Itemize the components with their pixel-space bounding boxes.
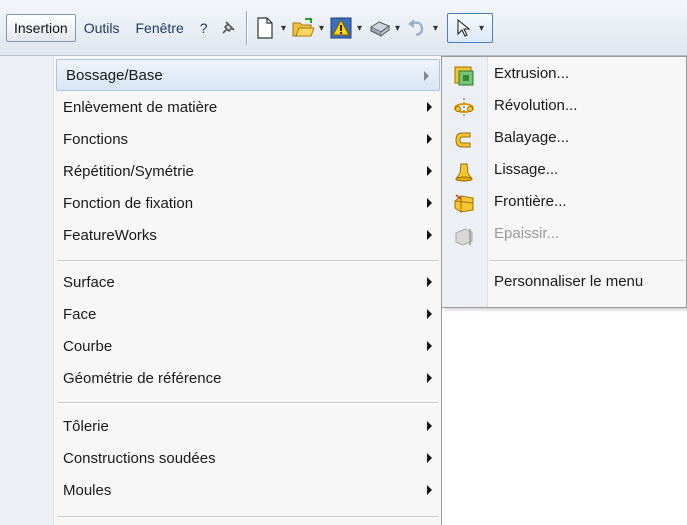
menu-outils[interactable]: Outils — [76, 14, 128, 42]
submenu-arrow-icon — [427, 309, 432, 319]
menu-item-label: FeatureWorks — [63, 226, 157, 244]
submenu-arrow-icon — [427, 134, 432, 144]
menu-item-label: Moules — [63, 481, 112, 499]
menu-fenetre[interactable]: Fenêtre — [128, 14, 192, 42]
submenu-arrow-icon — [427, 373, 432, 383]
pin-icon[interactable] — [216, 15, 240, 41]
menu-separator — [58, 260, 438, 261]
submenu-item-label: Personnaliser le menu — [494, 273, 644, 290]
menu-item-label: Face — [63, 305, 97, 323]
submenu-item-label: Lissage... — [494, 161, 559, 178]
menu-item-geometrie-de-reference[interactable]: Géométrie de référence — [54, 362, 442, 394]
extrude-icon — [453, 65, 475, 87]
chevron-down-icon[interactable]: ▾ — [353, 23, 367, 34]
submenu-arrow-icon — [427, 341, 432, 351]
submenu-item-balayage[interactable]: Balayage... — [442, 123, 687, 155]
menu-insertion[interactable]: Insertion — [6, 14, 76, 42]
menu-item-fonctions[interactable]: Fonctions — [54, 123, 442, 155]
chevron-down-icon[interactable]: ▾ — [429, 23, 443, 34]
submenu-arrow-icon — [427, 277, 432, 287]
menu-item-label: Fonction de fixation — [63, 194, 194, 212]
menu-separator — [58, 516, 438, 517]
menu-item-label: Géométrie de référence — [63, 369, 222, 387]
submenu-item-label: Balayage... — [494, 129, 570, 146]
submenu-item-extrusion[interactable]: Extrusion... — [442, 59, 687, 91]
rebuild-warning-icon[interactable] — [329, 15, 353, 41]
menu-item-label: Constructions soudées — [63, 449, 216, 467]
submenu-arrow-icon — [427, 421, 432, 431]
menu-icon-gutter — [0, 56, 54, 525]
chevron-down-icon[interactable]: ▾ — [277, 23, 291, 34]
submenu-item-frontiere[interactable]: Frontière... — [442, 187, 687, 219]
submenu-item-lissage[interactable]: Lissage... — [442, 155, 687, 187]
submenu-separator — [490, 260, 685, 261]
revolve-icon — [453, 97, 475, 119]
menu-item-moules[interactable]: Moules — [54, 474, 442, 506]
select-cursor-icon — [451, 15, 475, 41]
submenu-item-revolution[interactable]: Révolution... — [442, 91, 687, 123]
menu-item-label: Enlèvement de matière — [63, 98, 218, 116]
select-button[interactable]: ▾ — [446, 13, 493, 43]
sweep-icon — [453, 129, 475, 151]
bossage-base-submenu: Extrusion... Révolution... Balayage... L… — [442, 56, 687, 308]
submenu-arrow-icon — [427, 485, 432, 495]
submenu-item-label: Extrusion... — [494, 65, 570, 82]
boundary-icon — [453, 193, 475, 215]
menu-item-repetition-symetrie[interactable]: Répétition/Symétrie — [54, 155, 442, 187]
menu-item-label: Tôlerie — [63, 417, 109, 435]
menu-item-featureworks[interactable]: FeatureWorks — [54, 219, 442, 251]
print-icon[interactable] — [367, 15, 391, 41]
submenu-arrow-icon — [427, 453, 432, 463]
chevron-down-icon[interactable]: ▾ — [315, 23, 329, 34]
submenu-item-epaissir[interactable]: Epaissir... — [442, 219, 687, 251]
loft-icon — [453, 161, 475, 183]
menu-bar-items: Insertion Outils Fenêtre ? ▾ ▾ ▾ ▾ ▾ ▾ — [6, 11, 493, 45]
menu-help[interactable]: ? — [192, 14, 216, 42]
thicken-icon — [453, 225, 475, 247]
submenu-arrow-icon — [427, 166, 432, 176]
menu-item-constructions-soudees[interactable]: Constructions soudées — [54, 442, 442, 474]
menu-item-surface[interactable]: Surface — [54, 266, 442, 298]
menu-item-bossage-base[interactable]: Bossage/Base — [56, 59, 440, 91]
submenu-item-label: Frontière... — [494, 193, 567, 210]
menu-item-tolerie[interactable]: Tôlerie — [54, 410, 442, 442]
submenu-item-label: Epaissir... — [494, 225, 560, 242]
undo-icon[interactable] — [405, 15, 429, 41]
menu-item-label: Courbe — [63, 337, 113, 355]
toolbar-separator — [245, 11, 247, 45]
menu-separator — [58, 402, 438, 403]
insertion-menu: Bossage/Base Enlèvement de matière Fonct… — [0, 56, 442, 525]
open-folder-icon[interactable] — [291, 15, 315, 41]
menu-item-fonction-de-fixation[interactable]: Fonction de fixation — [54, 187, 442, 219]
menu-item-label: Fonctions — [63, 130, 129, 148]
menu-bar: Insertion Outils Fenêtre ? ▾ ▾ ▾ ▾ ▾ ▾ — [0, 0, 687, 56]
submenu-arrow-icon — [427, 230, 432, 240]
submenu-arrow-icon — [424, 71, 429, 81]
submenu-arrow-icon — [427, 198, 432, 208]
new-document-icon[interactable] — [253, 15, 277, 41]
menu-item-label: Bossage/Base — [66, 66, 163, 84]
submenu-item-label: Révolution... — [494, 97, 578, 114]
chevron-down-icon[interactable]: ▾ — [475, 23, 489, 34]
menu-item-label: Surface — [63, 273, 115, 291]
menu-item-label: Répétition/Symétrie — [63, 162, 194, 180]
submenu-item-personnaliser-le-menu[interactable]: Personnaliser le menu — [442, 267, 687, 299]
menu-item-courbe[interactable]: Courbe — [54, 330, 442, 362]
chevron-down-icon[interactable]: ▾ — [391, 23, 405, 34]
menu-item-face[interactable]: Face — [54, 298, 442, 330]
menu-item-enlevement-de-matiere[interactable]: Enlèvement de matière — [54, 91, 442, 123]
submenu-arrow-icon — [427, 102, 432, 112]
